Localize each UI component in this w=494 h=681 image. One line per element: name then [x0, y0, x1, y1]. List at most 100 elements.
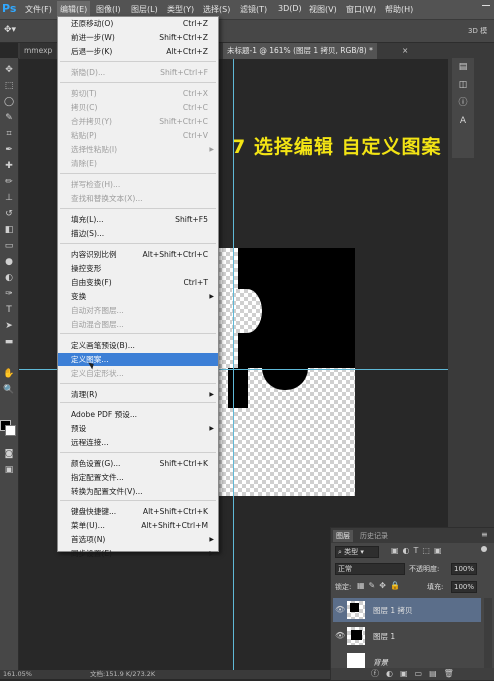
history-brush-icon[interactable]: ↺ [2, 208, 16, 220]
menu-image[interactable]: 图像(I) [96, 4, 121, 15]
shape-tool-icon[interactable]: ▬ [2, 336, 16, 348]
menu-filter[interactable]: 滤镜(T) [240, 4, 267, 15]
stamp-tool-icon[interactable]: ⊥ [2, 192, 16, 204]
minimize-icon[interactable] [482, 5, 490, 6]
panel-menu-icon[interactable]: ≡ [481, 530, 488, 539]
menu-item[interactable]: 内容识别比例 Alt+Shift+Ctrl+C [58, 248, 218, 261]
layers-scrollbar[interactable] [484, 598, 492, 678]
menu-separator [60, 243, 216, 244]
menu-item[interactable]: 颜色设置(G)... Shift+Ctrl+K [58, 457, 218, 470]
lock-icons[interactable]: ▦✎✥🔒 [357, 581, 404, 590]
menu-item[interactable]: 还原移动(O) Ctrl+Z [58, 17, 218, 30]
menu-help[interactable]: 帮助(H) [385, 4, 413, 15]
menu-item[interactable]: 菜单(U)... Alt+Shift+Ctrl+M [58, 519, 218, 532]
menu-item[interactable]: 操控变形 [58, 262, 218, 275]
tab-active-document[interactable]: 未标题-1 @ 161% (图层 1 拷贝, RGB/8) * [223, 43, 377, 59]
layers-footer-buttons[interactable]: ⓕ◐▣▭▤🗑 [331, 668, 494, 680]
gradient-tool-icon[interactable]: ▭ [2, 240, 16, 252]
menu-3d[interactable]: 3D(D) [278, 4, 302, 13]
menu-window[interactable]: 窗口(W) [346, 4, 376, 15]
menu-item-label: 拷贝(C) [71, 103, 98, 112]
menu-item[interactable]: 后退一步(K) Alt+Ctrl+Z [58, 45, 218, 58]
menu-item-label: 菜单(U)... [71, 521, 105, 530]
menu-item[interactable]: 指定配置文件... [58, 471, 218, 484]
fill-label: 填充: [427, 583, 444, 591]
blur-tool-icon[interactable]: ● [2, 256, 16, 268]
menu-type[interactable]: 类型(Y) [167, 4, 194, 15]
menu-item[interactable]: 填充(L)... Shift+F5 [58, 213, 218, 226]
menu-item-define-pattern[interactable]: 定义图案... [58, 353, 218, 366]
tab-layers[interactable]: 图层 [333, 530, 353, 542]
menu-item[interactable]: Adobe PDF 预设... [58, 408, 218, 421]
menu-item[interactable]: 预设 ▶ [58, 422, 218, 435]
fill-input[interactable]: 100% [451, 581, 477, 593]
screen-mode-icon[interactable]: ▣ [2, 464, 16, 476]
character-panel-icon[interactable]: A [455, 114, 471, 128]
3d-mode-label[interactable]: 3D 模 [468, 26, 487, 36]
menu-item-label: 清除(E) [71, 159, 97, 168]
kind-filter-value: 类型 [344, 548, 359, 556]
kind-filter-select[interactable]: ⌕ 类型 ▾ [335, 546, 379, 558]
tab-history[interactable]: 历史记录 [357, 530, 391, 542]
layer-row[interactable]: 👁 图层 1 [333, 624, 481, 648]
menu-item[interactable]: 定义画笔预设(B)... [58, 339, 218, 352]
eyedropper-tool-icon[interactable]: ✒ [2, 144, 16, 156]
menu-item: 渐隐(D)... Shift+Ctrl+F [58, 66, 218, 79]
layer-name: 图层 1 [373, 632, 396, 641]
info-panel-icon[interactable]: ⓘ [455, 96, 471, 110]
visibility-eye-icon[interactable]: 👁 [335, 605, 345, 614]
type-tool-icon[interactable]: T [2, 304, 16, 316]
layer-row-selected[interactable]: 👁 图层 1 拷贝 [333, 598, 481, 622]
tab-document-1[interactable]: mmexp [20, 43, 57, 59]
menu-item[interactable]: 清理(R) ▶ [58, 388, 218, 401]
menu-item[interactable]: 描边(S)... [58, 227, 218, 240]
submenu-arrow-icon: ▶ [209, 146, 214, 153]
guide-vertical[interactable] [233, 59, 234, 679]
blend-mode-select[interactable]: 正常 [335, 563, 405, 575]
menu-layer[interactable]: 图层(L) [131, 4, 158, 15]
brush-tool-icon[interactable]: ✏ [2, 176, 16, 188]
crop-tool-icon[interactable]: ⌗ [2, 128, 16, 140]
menu-item[interactable]: 变换 ▶ [58, 290, 218, 303]
menu-item[interactable]: 前进一步(W) Shift+Ctrl+Z [58, 31, 218, 44]
eraser-tool-icon[interactable]: ◧ [2, 224, 16, 236]
submenu-arrow-icon: ▶ [209, 391, 214, 398]
quick-mask-icon[interactable]: ◙ [2, 448, 16, 460]
menu-item[interactable]: 远程连接... [58, 436, 218, 449]
properties-panel-icon[interactable]: ◫ [455, 78, 471, 92]
close-tab-icon[interactable]: × [398, 43, 412, 59]
menu-item[interactable]: 转换为配置文件(V)... [58, 485, 218, 498]
history-panel-icon[interactable]: ▤ [455, 60, 471, 74]
filter-icons[interactable]: ▣◐T⬚▣ [391, 546, 446, 555]
quick-select-tool-icon[interactable]: ✎ [2, 112, 16, 124]
menu-item-shortcut: Ctrl+V [182, 131, 208, 140]
opacity-input[interactable]: 100% [451, 563, 477, 575]
menu-select[interactable]: 选择(S) [203, 4, 230, 15]
menu-item: 合并拷贝(Y) Shift+Ctrl+C [58, 115, 218, 128]
hand-tool-icon[interactable]: ✋ [2, 368, 16, 380]
menu-item[interactable]: 自由变换(F) Ctrl+T [58, 276, 218, 289]
dodge-tool-icon[interactable]: ◐ [2, 272, 16, 284]
visibility-eye-icon[interactable]: 👁 [335, 631, 345, 640]
headline-text: 7 选择编辑 自定义图案 [232, 136, 442, 158]
move-tool-icon[interactable]: ✥ [2, 64, 16, 76]
menu-item-shortcut: Alt+Shift+Ctrl+C [142, 250, 208, 259]
menu-item-label: 清理(R) [71, 390, 98, 399]
menu-item[interactable]: 同步设置(E) ▶ [58, 547, 218, 560]
zoom-level[interactable]: 161.05% [3, 670, 32, 679]
menu-item-label: 变换 [71, 292, 87, 301]
move-tool-icon[interactable]: ✥▾ [4, 25, 16, 35]
pen-tool-icon[interactable]: ✑ [2, 288, 16, 300]
menu-item[interactable]: 键盘快捷键... Alt+Shift+Ctrl+K [58, 505, 218, 518]
lasso-tool-icon[interactable]: ◯ [2, 96, 16, 108]
path-select-icon[interactable]: ➤ [2, 320, 16, 332]
marquee-tool-icon[interactable]: ⬚ [2, 80, 16, 92]
menu-file[interactable]: 文件(F) [25, 4, 52, 15]
zoom-tool-icon[interactable]: 🔍 [2, 384, 16, 396]
document-canvas[interactable] [218, 248, 355, 496]
background-color-swatch[interactable] [5, 425, 16, 436]
menu-view[interactable]: 视图(V) [309, 4, 337, 15]
menu-item[interactable]: 首选项(N) ▶ [58, 533, 218, 546]
filter-toggle-icon[interactable] [481, 546, 487, 552]
healing-tool-icon[interactable]: ✚ [2, 160, 16, 172]
